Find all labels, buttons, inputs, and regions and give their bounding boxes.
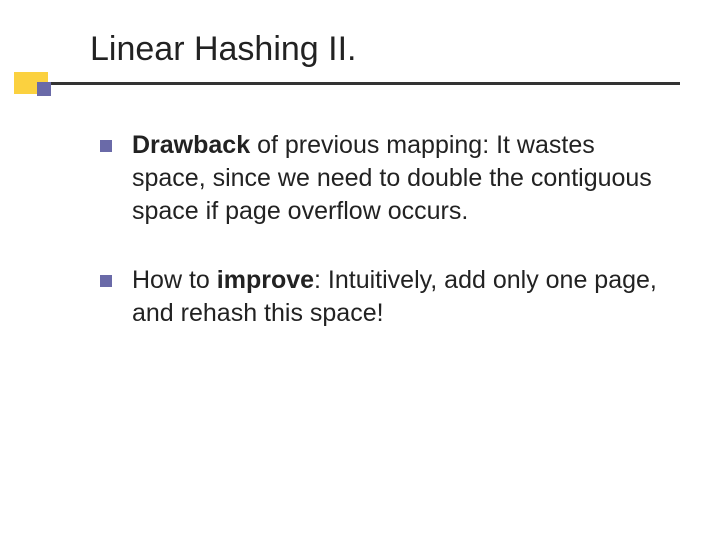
title-underline: [14, 82, 680, 85]
slide: Linear Hashing II. Drawback of previous …: [0, 0, 720, 540]
accent-purple-box: [37, 82, 51, 96]
bold-text: Drawback: [132, 131, 250, 159]
bullet-item: Drawback of previous mapping: It wastes …: [90, 129, 670, 228]
slide-body: Drawback of previous mapping: It wastes …: [90, 129, 670, 330]
bullet-text: How to improve: Intuitively, add only on…: [132, 264, 670, 330]
bullet-square-icon: [100, 275, 112, 287]
bullet-square-icon: [100, 140, 112, 152]
bullet-text: Drawback of previous mapping: It wastes …: [132, 129, 670, 228]
bullet-item: How to improve: Intuitively, add only on…: [90, 264, 670, 330]
bold-text: improve: [217, 266, 314, 294]
text-run: How to: [132, 266, 217, 294]
slide-title: Linear Hashing II.: [90, 30, 670, 69]
